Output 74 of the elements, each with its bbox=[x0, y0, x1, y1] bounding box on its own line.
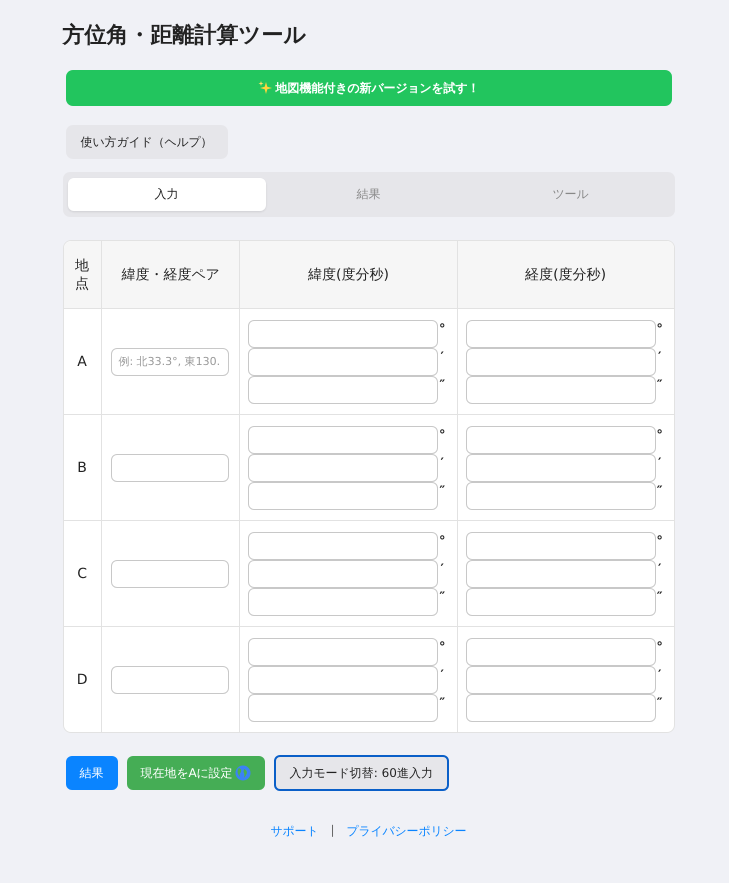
globe-icon bbox=[234, 765, 251, 781]
pair-field[interactable] bbox=[111, 560, 230, 588]
unit-mark: ′ bbox=[440, 454, 445, 472]
number-field[interactable] bbox=[248, 532, 438, 560]
number-field[interactable] bbox=[248, 482, 438, 510]
unit-mark: ′ bbox=[656, 454, 662, 472]
number-field[interactable] bbox=[248, 694, 438, 722]
number-field[interactable] bbox=[466, 376, 656, 404]
number-field[interactable] bbox=[248, 454, 438, 482]
unit-mark: ′ bbox=[440, 666, 445, 684]
unit-mark: ′ bbox=[656, 348, 662, 366]
point-label: D bbox=[76, 672, 88, 688]
number-field[interactable] bbox=[466, 694, 656, 722]
number-field[interactable] bbox=[248, 560, 438, 588]
column-header: 緯度(度分秒) bbox=[308, 266, 389, 284]
number-field[interactable] bbox=[466, 532, 656, 560]
unit-mark: ″ bbox=[656, 588, 664, 606]
unit-mark: ° bbox=[438, 320, 446, 338]
number-field[interactable] bbox=[248, 666, 438, 694]
tab[interactable]: ツール bbox=[472, 178, 670, 211]
location-button[interactable]: 現在地をAに設定 bbox=[126, 756, 265, 790]
unit-mark: ″ bbox=[438, 588, 446, 606]
number-field[interactable] bbox=[248, 320, 438, 348]
number-field[interactable] bbox=[466, 588, 656, 616]
pair-field[interactable] bbox=[111, 666, 230, 694]
tab[interactable]: 入力 bbox=[68, 178, 266, 211]
unit-mark: ′ bbox=[656, 560, 662, 578]
unit-mark: ″ bbox=[656, 694, 664, 712]
number-field[interactable] bbox=[248, 348, 438, 376]
footer-link[interactable]: サポート bbox=[270, 823, 318, 840]
sparkle-icon bbox=[258, 81, 272, 95]
unit-mark: ″ bbox=[656, 482, 664, 500]
result-button[interactable]: 結果 bbox=[66, 756, 118, 790]
footer-link[interactable]: プライバシーポリシー bbox=[346, 823, 467, 840]
unit-mark: ° bbox=[656, 426, 664, 444]
number-field[interactable] bbox=[466, 320, 656, 348]
number-field[interactable] bbox=[466, 482, 656, 510]
number-field[interactable] bbox=[466, 454, 656, 482]
point-label: B bbox=[77, 460, 87, 476]
unit-mark: ″ bbox=[438, 482, 446, 500]
help-button[interactable]: 使い方ガイド（ヘルプ） bbox=[66, 125, 228, 159]
number-field[interactable] bbox=[466, 426, 656, 454]
number-field[interactable] bbox=[466, 638, 656, 666]
unit-mark: ′ bbox=[440, 348, 445, 366]
number-field[interactable] bbox=[248, 588, 438, 616]
number-field[interactable] bbox=[466, 666, 656, 694]
pair-field[interactable] bbox=[111, 454, 230, 482]
unit-mark: ° bbox=[656, 320, 664, 338]
unit-mark: ° bbox=[656, 638, 664, 656]
unit-mark: ′ bbox=[656, 666, 662, 684]
number-field[interactable] bbox=[466, 348, 656, 376]
unit-mark: ″ bbox=[438, 376, 446, 394]
unit-mark: ° bbox=[438, 638, 446, 656]
promo-button[interactable]: 地図機能付きの新バージョンを試す！ bbox=[66, 70, 672, 106]
unit-mark: ″ bbox=[438, 694, 446, 712]
number-field[interactable] bbox=[248, 426, 438, 454]
point-label: C bbox=[77, 566, 87, 582]
pair-field[interactable]: 例: 北33.3°, 東130. bbox=[111, 348, 230, 376]
page-title: 方位角・距離計算ツール bbox=[62, 22, 308, 50]
number-field[interactable] bbox=[248, 376, 438, 404]
mode-button[interactable]: 入力モード切替: 60進入力 bbox=[274, 755, 449, 791]
unit-mark: ° bbox=[438, 426, 446, 444]
unit-mark: ° bbox=[438, 532, 446, 550]
separator: | bbox=[330, 823, 335, 839]
number-field[interactable] bbox=[466, 560, 656, 588]
unit-mark: ″ bbox=[656, 376, 664, 394]
unit-mark: ′ bbox=[440, 560, 445, 578]
number-field[interactable] bbox=[248, 638, 438, 666]
point-label: A bbox=[77, 354, 87, 370]
column-header: 緯度・経度ペア bbox=[121, 266, 220, 284]
column-header: 経度(度分秒) bbox=[525, 266, 606, 284]
column-header: 地点 bbox=[75, 256, 90, 292]
tab[interactable]: 結果 bbox=[270, 178, 468, 211]
unit-mark: ° bbox=[656, 532, 664, 550]
